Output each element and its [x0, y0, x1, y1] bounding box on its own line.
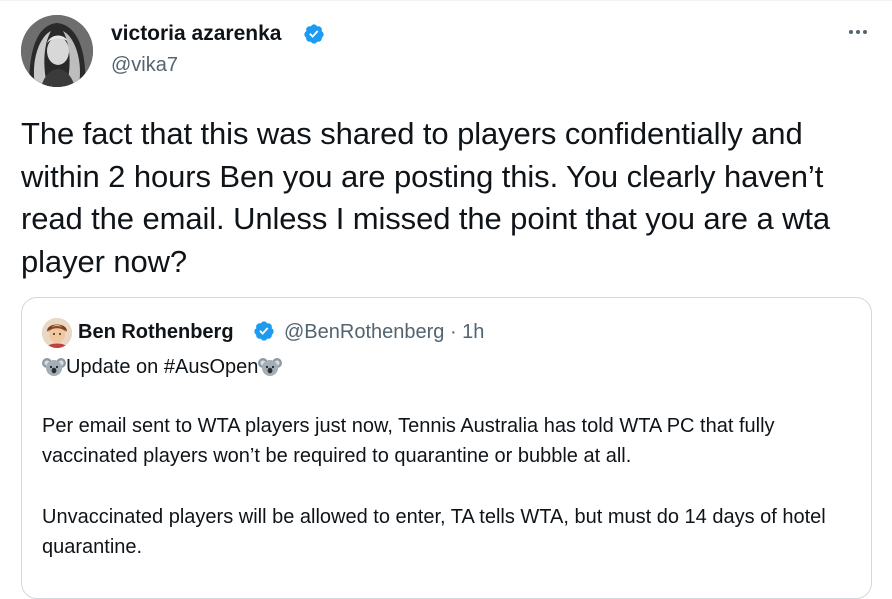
author-name[interactable]: victoria azarenka — [111, 21, 281, 47]
koala-emoji-icon — [42, 358, 66, 376]
tweet-text: The fact that this was shared to players… — [21, 116, 831, 279]
verified-badge-icon — [304, 24, 324, 44]
more-options-icon[interactable] — [846, 20, 870, 44]
avatar-photo-icon — [21, 15, 93, 87]
quoted-paragraph-1: Per email sent to WTA players just now, … — [42, 415, 775, 467]
quoted-headline-line: Update on #AusOpen — [42, 353, 283, 381]
quoted-headline: Update on #AusOpen — [66, 356, 259, 378]
quoted-tweet-card[interactable]: Ben Rothenberg @BenRothenberg · 1h Updat… — [21, 297, 872, 599]
quoted-paragraph-2: Unvaccinated players will be allowed to … — [42, 506, 826, 558]
quoted-avatar-photo-icon — [42, 318, 72, 348]
quoted-handle-time[interactable]: @BenRothenberg · 1h — [284, 319, 484, 345]
quoted-author-name[interactable]: Ben Rothenberg — [78, 319, 234, 345]
koala-emoji-icon — [258, 358, 283, 376]
avatar[interactable] — [21, 15, 93, 87]
author-handle[interactable]: @vika7 — [111, 53, 178, 77]
verified-badge-icon — [254, 321, 274, 341]
quoted-avatar[interactable] — [42, 318, 72, 348]
tweet: victoria azarenka @vika7 The fact that t… — [0, 0, 892, 599]
